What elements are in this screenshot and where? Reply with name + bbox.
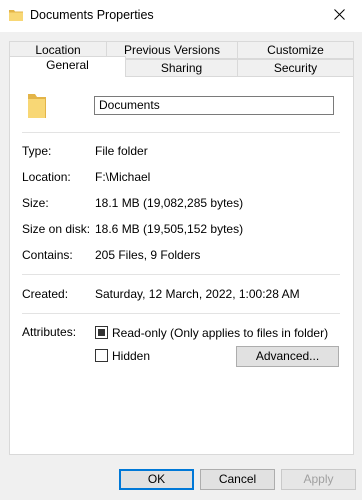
properties-window: Documents Properties Location Previous V… — [0, 0, 362, 500]
created-label: Created: — [22, 287, 69, 301]
separator — [22, 274, 340, 275]
window-title: Documents Properties — [30, 8, 154, 22]
location-label: Location: — [22, 170, 71, 184]
created-value: Saturday, 12 March, 2022, 1:00:28 AM — [95, 287, 300, 301]
folder-name-input[interactable]: Documents — [94, 96, 334, 115]
cancel-button[interactable]: Cancel — [200, 469, 275, 490]
apply-button[interactable]: Apply — [281, 469, 356, 490]
advanced-button[interactable]: Advanced... — [236, 346, 339, 367]
size-label: Size: — [22, 196, 49, 210]
attributes-label: Attributes: — [22, 325, 77, 339]
hidden-checkbox-label[interactable]: Hidden — [112, 349, 150, 363]
contains-label: Contains: — [22, 248, 73, 262]
size-on-disk-label: Size on disk: — [22, 222, 91, 236]
location-value: F:\Michael — [95, 170, 151, 184]
type-value: File folder — [95, 144, 148, 158]
separator — [22, 313, 340, 314]
hidden-checkbox[interactable] — [95, 349, 108, 362]
tab-customize[interactable]: Customize — [237, 41, 354, 59]
folder-title-icon — [9, 9, 23, 21]
tab-security[interactable]: Security — [237, 59, 354, 77]
separator — [22, 132, 340, 133]
readonly-checkbox[interactable] — [95, 326, 108, 339]
close-button[interactable] — [316, 0, 362, 32]
type-label: Type: — [22, 144, 52, 158]
size-value: 18.1 MB (19,082,285 bytes) — [95, 196, 244, 210]
title-bar: Documents Properties — [0, 0, 362, 32]
folder-icon — [26, 92, 48, 120]
tab-general[interactable]: General — [9, 56, 126, 77]
contains-value: 205 Files, 9 Folders — [95, 248, 201, 262]
readonly-checkbox-label[interactable]: Read-only (Only applies to files in fold… — [112, 326, 328, 340]
close-icon — [333, 9, 345, 23]
tab-sharing[interactable]: Sharing — [125, 59, 238, 77]
ok-button[interactable]: OK — [119, 469, 194, 490]
size-on-disk-value: 18.6 MB (19,505,152 bytes) — [95, 222, 244, 236]
